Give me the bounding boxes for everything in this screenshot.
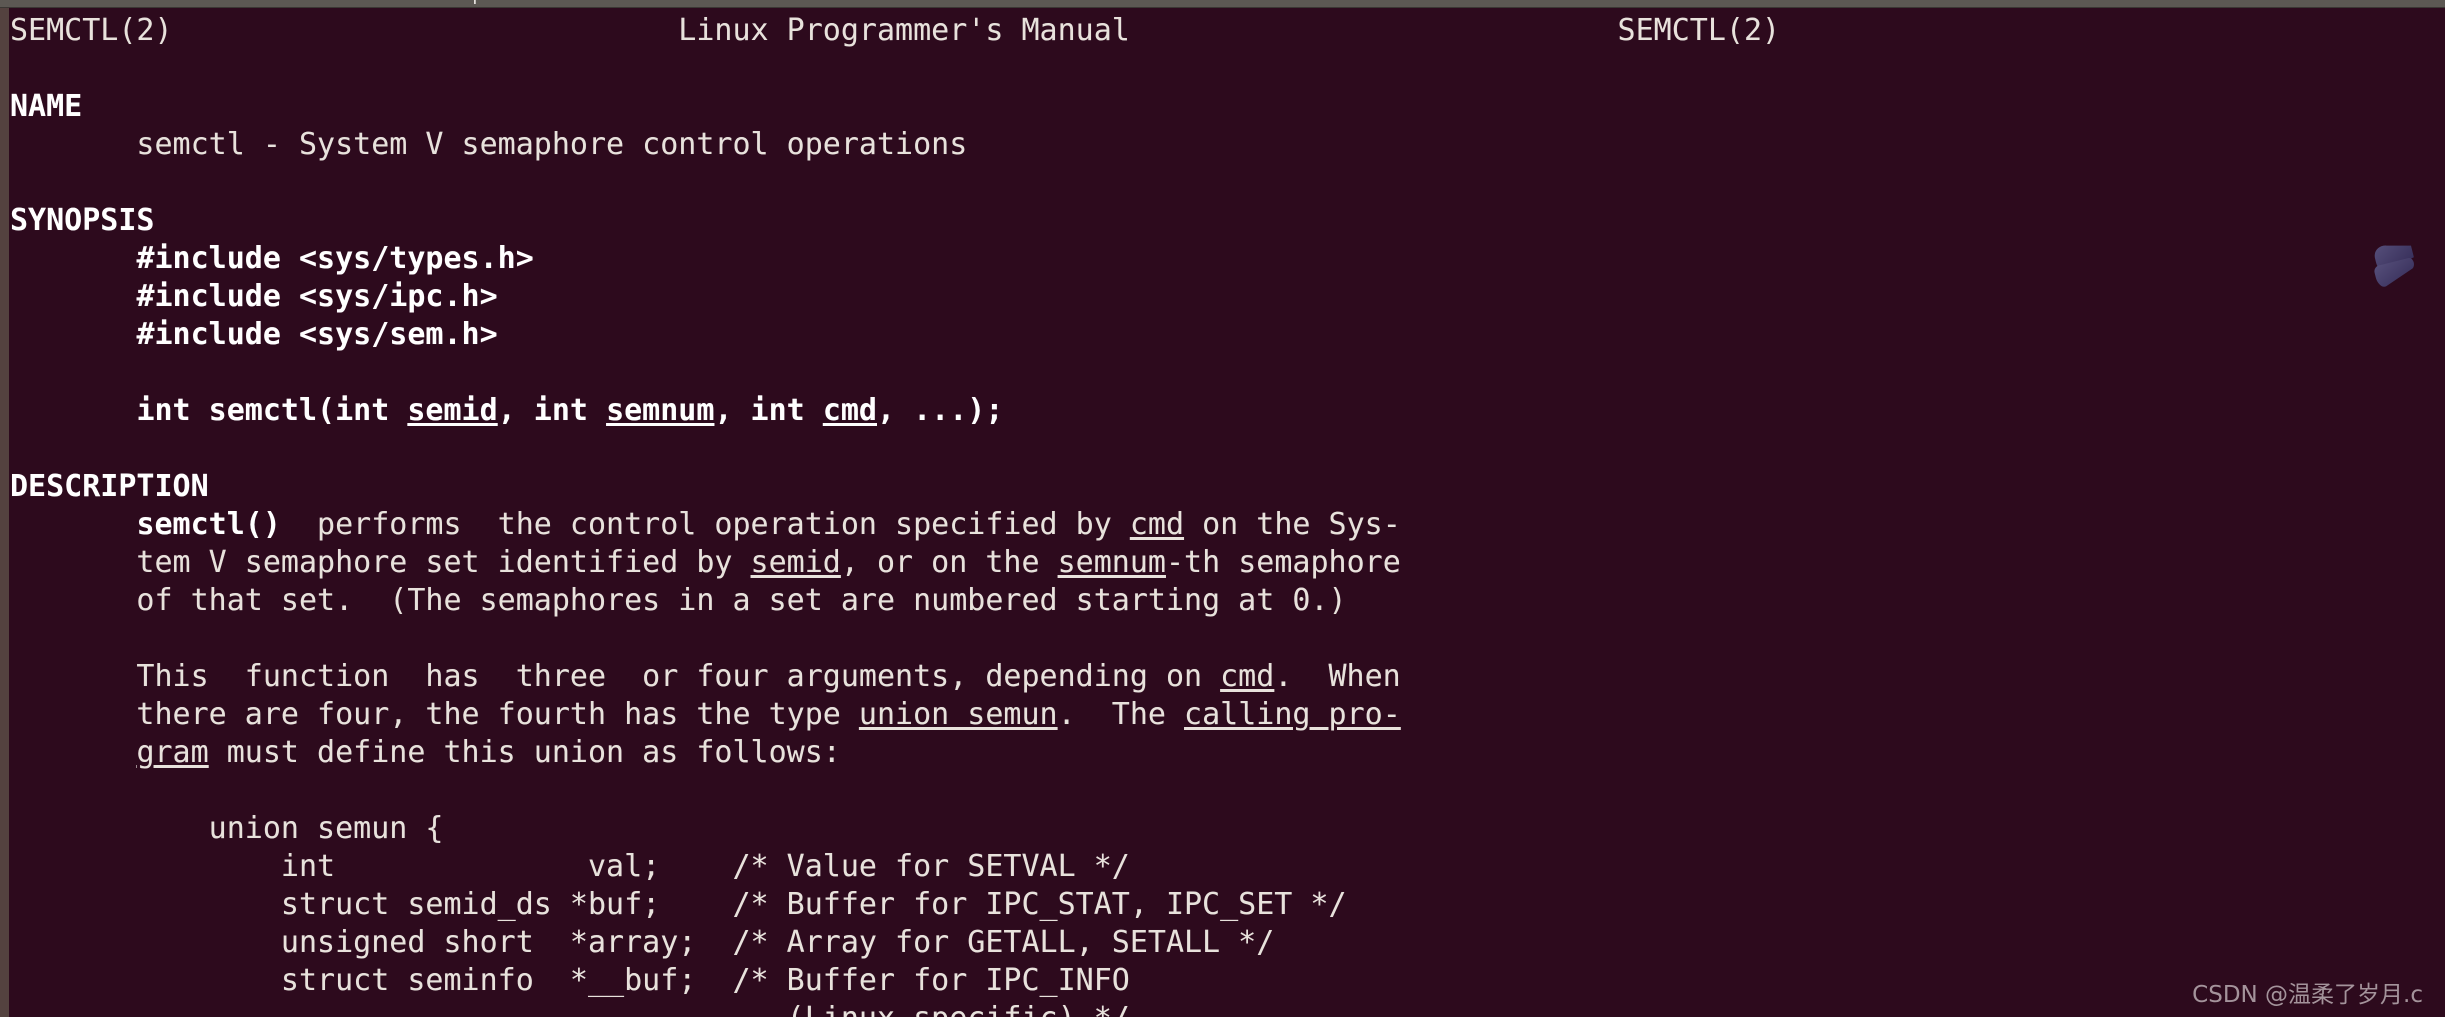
man-line: struct semid_ds *buf; /* Buffer for IPC_… <box>10 886 2445 924</box>
man-text-segment: DESCRIPTION <box>10 469 209 504</box>
man-text-segment: #include <sys/types.h> <box>136 241 534 276</box>
man-text-segment: (Linux-specific) */ <box>10 1001 1130 1017</box>
man-line: int semctl(int semid, int semnum, int cm… <box>10 392 2445 430</box>
man-line: of that set. (The semaphores in a set ar… <box>10 582 2445 620</box>
man-line: tem V semaphore set identified by semid,… <box>10 544 2445 582</box>
man-line: struct seminfo *__buf; /* Buffer for IPC… <box>10 962 2445 1000</box>
man-text-segment: NAME <box>10 89 83 124</box>
man-text-segment: unsigned short *array; /* Array for GETA… <box>10 925 1275 960</box>
man-text-segment <box>1130 13 1618 48</box>
man-text-segment: , int <box>714 393 823 428</box>
man-text-segment: SEMCTL(2) <box>1617 13 1781 48</box>
man-line: semctl - System V semaphore control oper… <box>10 126 2445 164</box>
man-text-segment <box>10 317 136 352</box>
man-text-segment: cmd <box>1129 507 1185 542</box>
terminal-window: File Edit View Search Terminal Help SEMC… <box>0 0 2445 1017</box>
man-text-segment: Linux Programmer's Manual <box>678 13 1130 48</box>
man-text-segment <box>10 279 136 314</box>
man-line: union semun { <box>10 810 2445 848</box>
man-line: #include <sys/sem.h> <box>10 316 2445 354</box>
man-line: unsigned short *array; /* Array for GETA… <box>10 924 2445 962</box>
man-text-segment: int val; /* Value for SETVAL */ <box>10 849 1130 884</box>
man-text-segment: . The <box>1057 697 1185 732</box>
man-line: DESCRIPTION <box>10 468 2445 506</box>
man-text-segment <box>173 13 679 48</box>
man-text-segment: . When <box>1274 659 1401 694</box>
man-line: SEMCTL(2) Linux Programmer's Manual SEMC… <box>10 12 2445 50</box>
man-text-segment: semid <box>750 545 841 580</box>
man-text-segment: there are four, the fourth has the type <box>10 697 859 732</box>
man-text-segment: semid <box>407 393 498 428</box>
man-page-text: SEMCTL(2) Linux Programmer's Manual SEMC… <box>10 12 2445 1017</box>
man-text-segment <box>10 241 136 276</box>
man-text-segment: cmd <box>1220 659 1275 694</box>
menu-bar[interactable]: File Edit View Search Terminal Help <box>0 0 2445 8</box>
man-text-segment <box>10 165 28 200</box>
menu-item-file[interactable]: File <box>18 0 49 8</box>
man-text-segment: on the Sys- <box>1184 507 1401 542</box>
man-line <box>10 772 2445 810</box>
man-text-segment <box>10 735 136 770</box>
man-text-segment: , int <box>497 393 607 428</box>
man-text-segment: cmd <box>822 393 877 428</box>
man-text-segment <box>10 773 28 808</box>
man-line: #include <sys/types.h> <box>10 240 2445 278</box>
menu-item-search[interactable]: Search <box>236 0 296 8</box>
man-line <box>10 354 2445 392</box>
man-text-segment: of that set. (The semaphores in a set ar… <box>10 583 1347 618</box>
man-line: SYNOPSIS <box>10 202 2445 240</box>
man-text-segment: semctl - System V semaphore control oper… <box>10 127 968 162</box>
menu-item-terminal[interactable]: Terminal <box>334 0 406 8</box>
menu-item-view[interactable]: View <box>157 0 198 8</box>
man-line: This function has three or four argument… <box>10 658 2445 696</box>
man-text-segment: #include <sys/ipc.h> <box>136 279 498 314</box>
man-text-segment: -th semaphore <box>1165 545 1401 580</box>
man-text-segment: must define this union as follows: <box>208 735 841 770</box>
man-text-segment: , or on the <box>840 545 1058 580</box>
man-text-segment: struct semid_ds *buf; /* Buffer for IPC_… <box>10 887 1347 922</box>
man-text-segment: semnum <box>1057 545 1166 580</box>
man-text-segment: SYNOPSIS <box>10 203 155 238</box>
man-text-segment <box>10 621 28 656</box>
man-text-segment <box>10 51 28 86</box>
man-line: int val; /* Value for SETVAL */ <box>10 848 2445 886</box>
man-line: #include <sys/ipc.h> <box>10 278 2445 316</box>
man-text-segment: int semctl(int <box>136 393 408 428</box>
man-text-segment <box>10 507 136 542</box>
man-line: there are four, the fourth has the type … <box>10 696 2445 734</box>
man-line <box>10 50 2445 88</box>
man-text-segment: gram <box>136 735 209 770</box>
man-text-segment: performs the control operation specified… <box>280 507 1130 542</box>
man-text-segment: union semun <box>858 697 1058 732</box>
man-text-segment: , ...); <box>877 393 1004 428</box>
menu-item-edit[interactable]: Edit <box>87 0 120 8</box>
man-text-segment <box>10 431 28 466</box>
man-text-segment: SEMCTL(2) <box>10 13 173 48</box>
man-text-segment: struct seminfo *__buf; /* Buffer for IPC… <box>10 963 1130 998</box>
man-line: semctl() performs the control operation … <box>10 506 2445 544</box>
man-text-segment: semctl() <box>136 507 281 542</box>
man-text-segment: calling pro- <box>1184 697 1401 732</box>
man-line <box>10 620 2445 658</box>
man-text-segment: This function has three or four argument… <box>10 659 1221 694</box>
terminal-content-area[interactable]: SEMCTL(2) Linux Programmer's Manual SEMC… <box>9 8 2445 1017</box>
man-text-segment <box>10 355 28 390</box>
man-line: NAME <box>10 88 2445 126</box>
man-line <box>10 164 2445 202</box>
man-text-segment: union semun { <box>10 811 444 846</box>
window-frame-left-edge <box>0 8 9 1017</box>
menu-bar-items[interactable]: File Edit View Search Terminal Help <box>18 0 483 8</box>
man-text-segment: tem V semaphore set identified by <box>10 545 751 580</box>
man-line: (Linux-specific) */ <box>10 1000 2445 1017</box>
man-line: gram must define this union as follows: <box>10 734 2445 772</box>
man-text-segment <box>10 393 136 428</box>
man-text-segment: #include <sys/sem.h> <box>136 317 498 352</box>
man-text-segment: semnum <box>606 393 715 428</box>
menu-item-help[interactable]: Help <box>444 0 483 8</box>
man-line <box>10 430 2445 468</box>
